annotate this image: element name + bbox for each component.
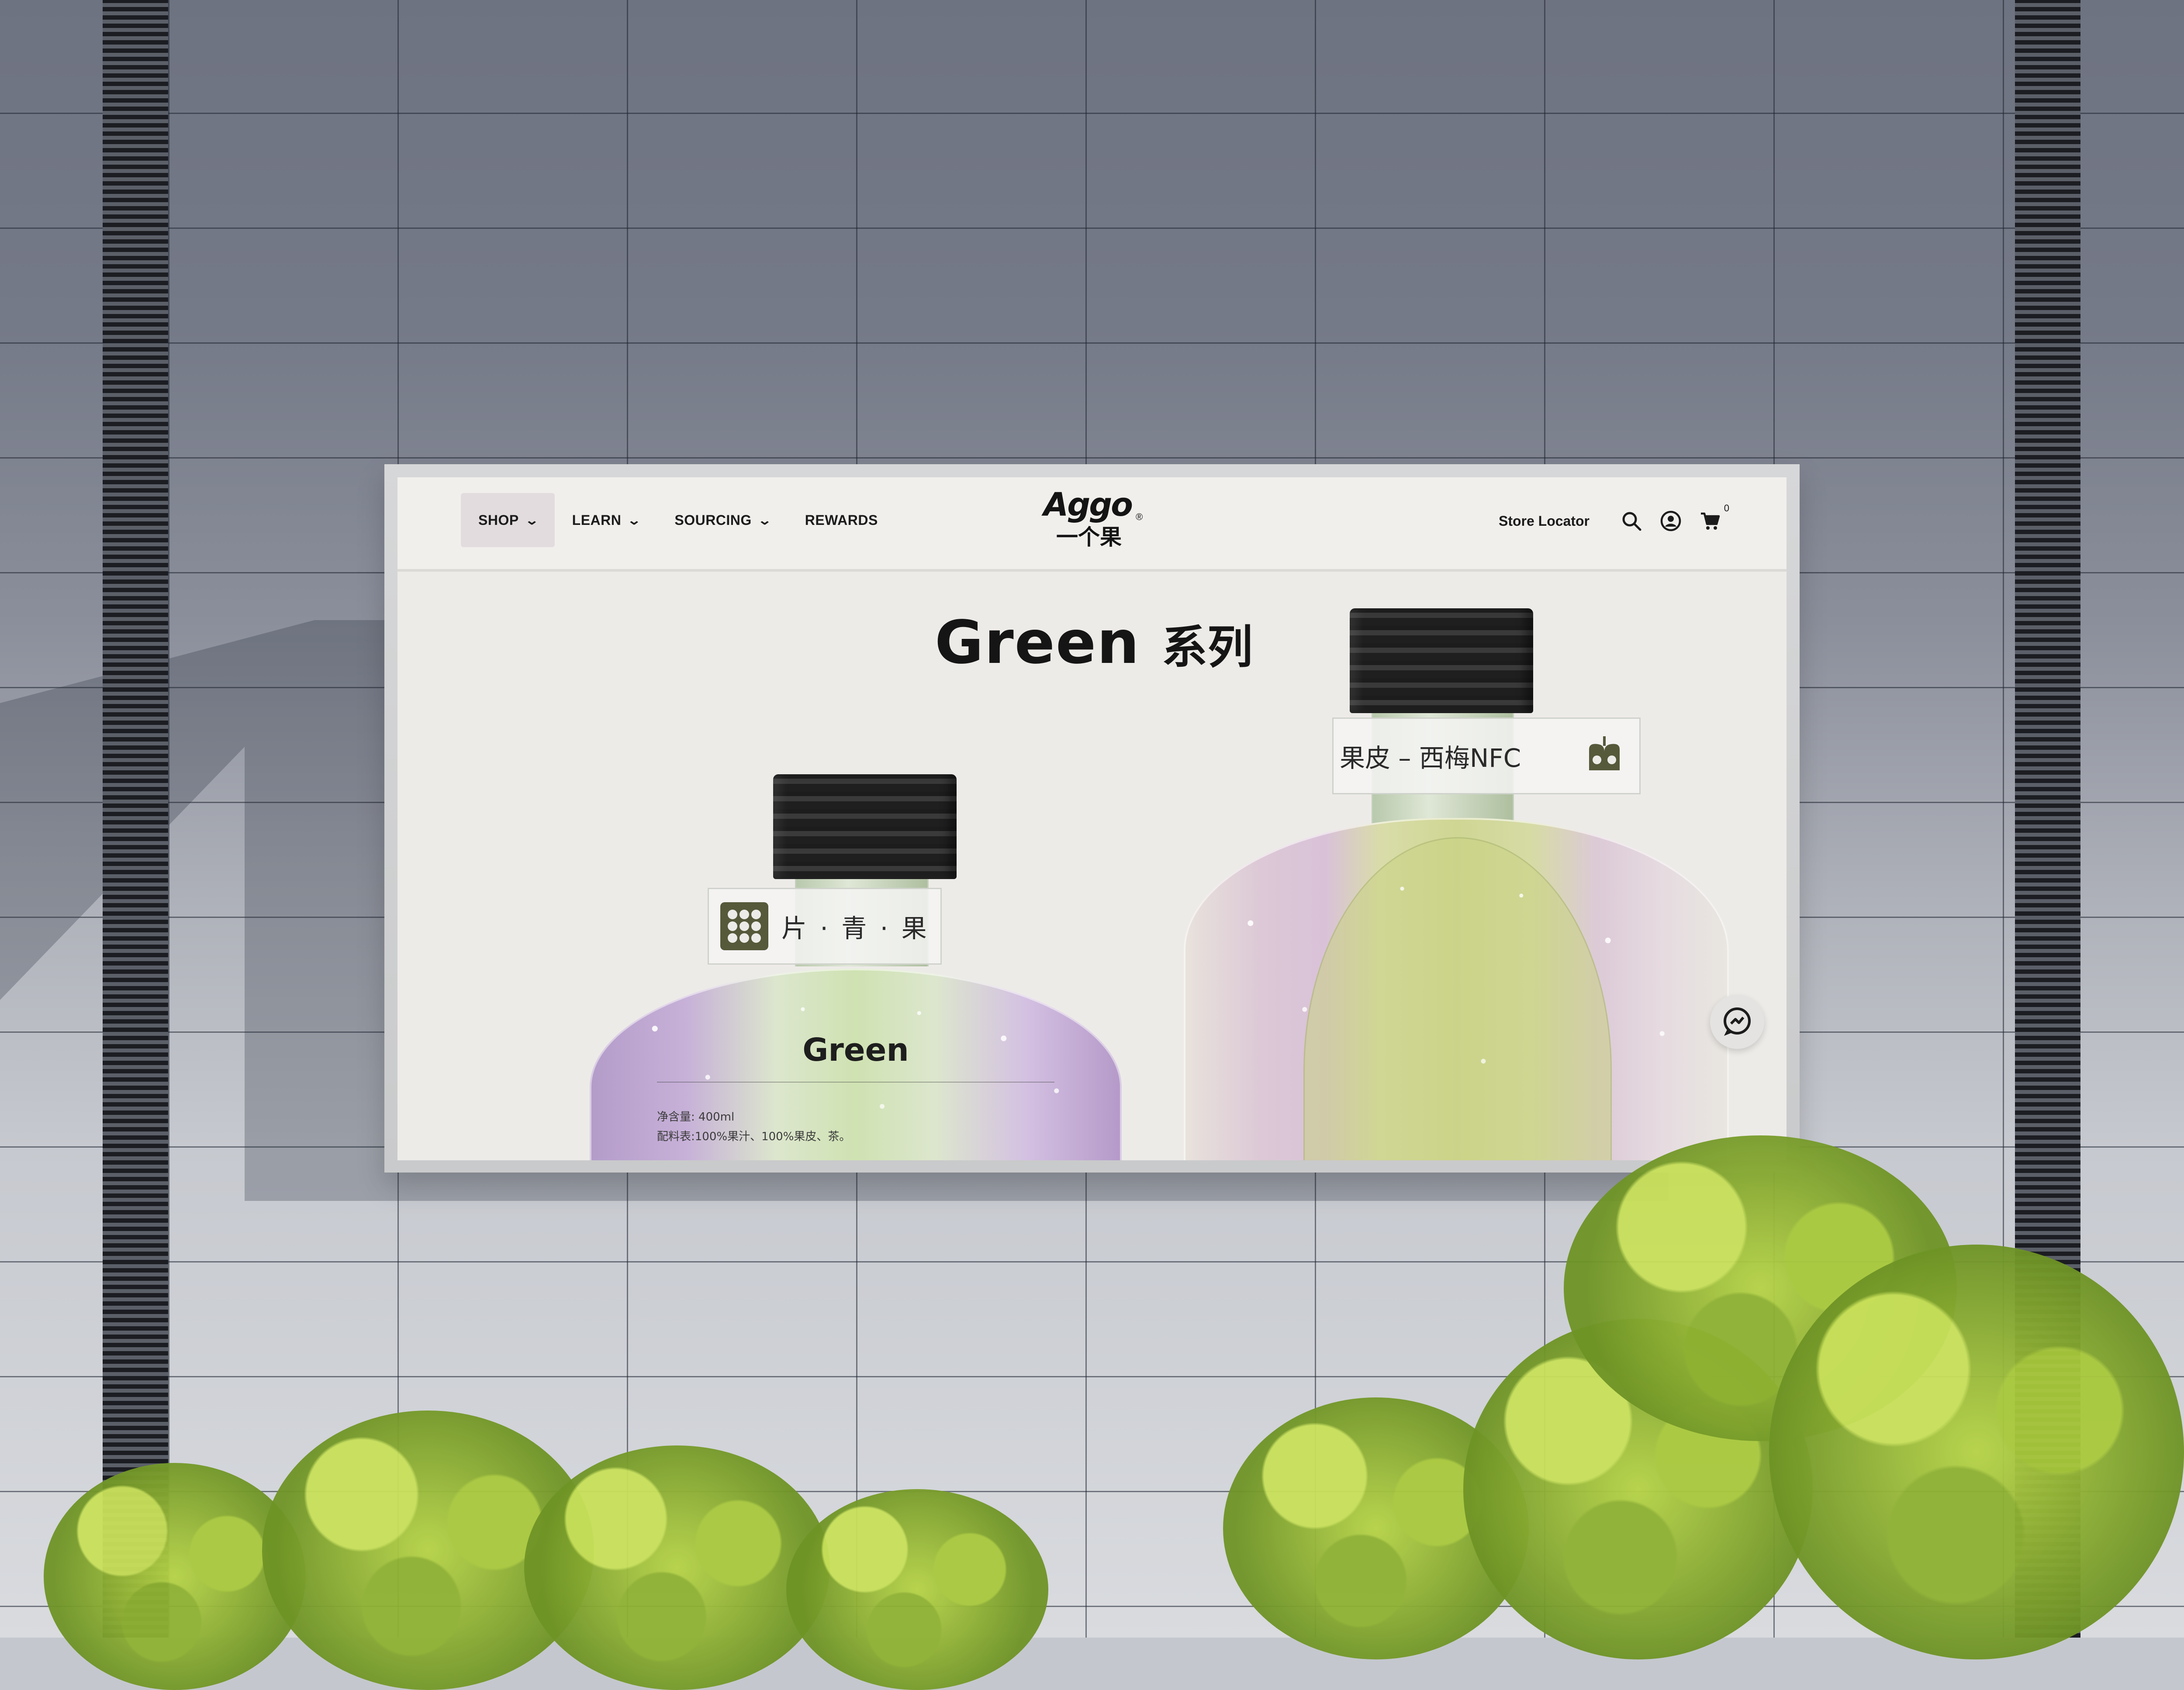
nav-item-sourcing[interactable]: SOURCING ⌄ (657, 493, 787, 547)
nav-item-shop[interactable]: SHOP ⌄ (461, 493, 555, 547)
chevron-down-icon: ⌄ (757, 513, 772, 527)
tree-foliage-right (1223, 1135, 2184, 1659)
chevron-down-icon: ⌄ (524, 513, 539, 527)
logo-wordmark: Aggo (1043, 486, 1133, 524)
billboard-frame: SHOP ⌄ LEARN ⌄ SOURCING ⌄ REWARDS Aggo 一… (384, 464, 1800, 1173)
product-bottle-left[interactable]: 片 · 青 · 果 Green 净含量: 400ml 配料表:100%果汁、10… (590, 774, 1122, 1160)
utility-nav: Store Locator 0 (1499, 503, 1729, 538)
website-screen: SHOP ⌄ LEARN ⌄ SOURCING ⌄ REWARDS Aggo 一… (397, 477, 1787, 1160)
neck-label-text: 果皮 – 西梅NFC (1340, 743, 1521, 773)
bottle-body (1184, 818, 1729, 1160)
cart-count-badge: 0 (1724, 503, 1729, 514)
store-locator-link[interactable]: Store Locator (1499, 513, 1590, 529)
nav-item-label: SOURCING (674, 512, 752, 528)
registered-mark: ® (1136, 511, 1143, 522)
bottle-cap (773, 774, 957, 879)
nav-item-label: SHOP (478, 512, 519, 528)
bubbles-decoration (1185, 820, 1727, 1160)
hero-title-en: Green (935, 608, 1140, 677)
neck-label-text: 片 · 青 · 果 (781, 914, 930, 943)
net-content-text: 净含量: 400ml (657, 1111, 735, 1124)
neck-label: 片 · 青 · 果 (708, 888, 942, 965)
product-bottle-right[interactable]: 果皮 – 西梅NFC (1184, 608, 1730, 1160)
chat-button[interactable] (1710, 995, 1764, 1049)
chat-bubble-icon (1724, 1007, 1751, 1036)
apple-badge-icon (1578, 730, 1631, 782)
bottle-body: Green 净含量: 400ml 配料表:100%果汁、100%果皮、茶。 (590, 969, 1122, 1160)
grid-badge-icon (720, 902, 768, 950)
bottle-brand-word: Green (802, 1031, 909, 1068)
neck-label: 果皮 – 西梅NFC (1332, 717, 1641, 794)
brand-logo[interactable]: Aggo 一个果 ® (1031, 485, 1153, 559)
main-nav: SHOP ⌄ LEARN ⌄ SOURCING ⌄ REWARDS (461, 493, 895, 547)
tree-foliage-left (44, 1376, 1092, 1690)
cart-icon[interactable]: 0 (1697, 503, 1729, 534)
search-icon[interactable] (1618, 508, 1645, 534)
ingredients-text: 配料表:100%果汁、100%果皮、茶。 (657, 1130, 851, 1143)
bottle-cap (1350, 608, 1533, 713)
nav-item-learn[interactable]: LEARN ⌄ (555, 493, 657, 547)
user-circle-icon[interactable] (1658, 508, 1684, 534)
site-header: SHOP ⌄ LEARN ⌄ SOURCING ⌄ REWARDS Aggo 一… (397, 477, 1787, 572)
chevron-down-icon: ⌄ (627, 513, 642, 527)
nav-item-label: LEARN (572, 512, 622, 528)
nav-item-rewards[interactable]: REWARDS (788, 493, 895, 547)
nav-item-label: REWARDS (805, 512, 878, 528)
label-divider (657, 1082, 1054, 1083)
logo-chinese: 一个果 (1056, 524, 1122, 550)
